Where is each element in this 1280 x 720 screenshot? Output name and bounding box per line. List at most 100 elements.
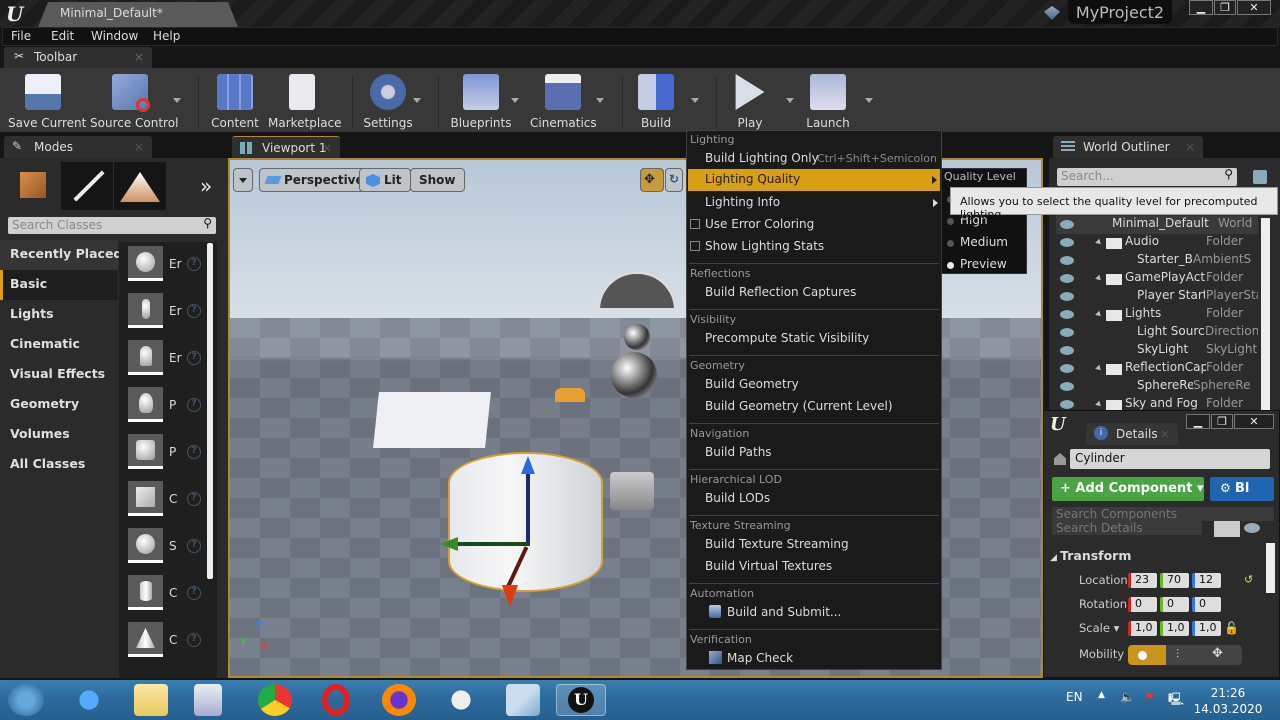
visibility-eye-icon[interactable] bbox=[1060, 310, 1074, 319]
class-thumb-empty-actor[interactable] bbox=[128, 246, 163, 281]
expand-arrow-icon[interactable] bbox=[1095, 238, 1103, 247]
visibility-eye-icon[interactable] bbox=[1060, 238, 1074, 247]
outliner-row[interactable]: Audio Folder bbox=[1056, 234, 1258, 252]
outliner-row[interactable]: GamePlayActo Folder bbox=[1056, 270, 1258, 288]
details-close-button[interactable]: ✕ bbox=[1234, 414, 1274, 429]
place-mode-button[interactable] bbox=[8, 162, 60, 210]
category-geometry[interactable]: Geometry bbox=[10, 396, 79, 411]
blueprint-button[interactable]: ⚙ Bl bbox=[1210, 477, 1274, 501]
audio-source-icon[interactable] bbox=[555, 388, 585, 402]
network-icon[interactable]: 🖳 bbox=[1168, 690, 1184, 711]
outliner-scrollbar[interactable] bbox=[1261, 218, 1270, 410]
mobility-stationary-option[interactable]: ⫶ bbox=[1176, 647, 1179, 662]
skylight-icon[interactable] bbox=[598, 272, 676, 310]
restore-button[interactable]: ❐ bbox=[1214, 0, 1236, 15]
class-thumb-empty-character[interactable] bbox=[128, 293, 163, 328]
location-y[interactable]: 70 bbox=[1160, 573, 1189, 588]
settings-button[interactable]: Settings bbox=[362, 74, 414, 130]
class-name[interactable]: P bbox=[169, 445, 176, 459]
radio-medium[interactable] bbox=[947, 240, 954, 247]
visibility-eye-icon[interactable] bbox=[1060, 220, 1074, 229]
rotation-y[interactable]: 0 bbox=[1160, 597, 1189, 612]
close-tab-icon[interactable]: × bbox=[1160, 427, 1170, 441]
outliner-row[interactable]: ReflectionCapt Folder bbox=[1056, 360, 1258, 378]
gizmo-y-arrow[interactable] bbox=[440, 537, 458, 551]
use-error-coloring-checkbox[interactable] bbox=[690, 219, 700, 229]
rotation-x[interactable]: 0 bbox=[1128, 597, 1157, 612]
menu-item-show-lighting-stats[interactable]: Show Lighting Stats bbox=[705, 239, 824, 253]
menu-item-build-texture-streaming[interactable]: Build Texture Streaming bbox=[705, 537, 849, 551]
outliner-row[interactable]: Minimal_Default World bbox=[1056, 216, 1258, 234]
expand-arrow-icon[interactable] bbox=[1095, 364, 1103, 373]
paint-mode-button[interactable] bbox=[61, 162, 113, 210]
firefox-icon[interactable] bbox=[382, 684, 416, 716]
system-clock[interactable]: 21:26 14.03.2020 bbox=[1188, 685, 1268, 717]
category-lights[interactable]: Lights bbox=[10, 306, 54, 321]
cinematics-dropdown[interactable] bbox=[596, 98, 604, 103]
gizmo-x-arrow[interactable] bbox=[502, 585, 518, 607]
viewport-tab[interactable]: Viewport 1 × bbox=[232, 136, 340, 158]
build-dropdown[interactable] bbox=[691, 98, 699, 103]
expand-arrow-icon[interactable] bbox=[1095, 274, 1103, 283]
paint-icon[interactable] bbox=[444, 684, 478, 716]
outliner-row[interactable]: Player Start PlayerSta bbox=[1056, 288, 1258, 306]
visibility-eye-icon[interactable] bbox=[1060, 256, 1074, 265]
menu-item-build-paths[interactable]: Build Paths bbox=[705, 445, 772, 459]
category-all-classes[interactable]: All Classes bbox=[10, 456, 85, 471]
category-basic[interactable]: Basic bbox=[10, 276, 47, 291]
category-volumes[interactable]: Volumes bbox=[10, 426, 70, 441]
translate-tool-button[interactable]: ✥ bbox=[640, 168, 664, 192]
class-thumb-empty-pawn[interactable] bbox=[128, 340, 163, 375]
close-tab-icon[interactable]: × bbox=[134, 50, 144, 64]
volume-icon[interactable]: 🔈 bbox=[1120, 690, 1135, 704]
location-x[interactable]: 23 bbox=[1128, 573, 1157, 588]
class-thumb-point-light[interactable] bbox=[128, 387, 163, 422]
class-name[interactable]: C bbox=[169, 586, 177, 600]
details-scrollbar[interactable] bbox=[1266, 543, 1275, 593]
mobility-static-option[interactable] bbox=[1128, 645, 1166, 665]
add-folder-icon[interactable] bbox=[1253, 170, 1267, 184]
close-tab-icon[interactable]: × bbox=[322, 141, 332, 155]
add-component-button[interactable]: + Add Component ▾ bbox=[1052, 477, 1204, 501]
help-icon[interactable]: ? bbox=[187, 257, 201, 271]
show-button[interactable]: Show bbox=[410, 168, 465, 192]
scale-x[interactable]: 1,0 bbox=[1128, 621, 1157, 636]
visibility-eye-icon[interactable] bbox=[1060, 382, 1074, 391]
lit-button[interactable]: Lit bbox=[359, 168, 411, 192]
outliner-row[interactable]: Starter_BackAmbientS bbox=[1056, 252, 1258, 270]
details-maximize-button[interactable]: ❐ bbox=[1211, 414, 1233, 429]
sphere-reflection-icon[interactable] bbox=[624, 324, 650, 350]
build-button[interactable]: Build bbox=[634, 74, 678, 130]
settings-dropdown[interactable] bbox=[413, 98, 421, 103]
show-lighting-stats-checkbox[interactable] bbox=[690, 241, 700, 251]
mobility-movable-option[interactable]: ✥ bbox=[1212, 646, 1223, 661]
class-name[interactable]: Er bbox=[169, 304, 182, 318]
outliner-row[interactable]: Lights Folder bbox=[1056, 306, 1258, 324]
close-tab-icon[interactable]: × bbox=[134, 140, 144, 154]
rotate-tool-button[interactable]: ↻ bbox=[665, 168, 683, 192]
class-list-scrollbar[interactable] bbox=[207, 243, 213, 579]
source-control-button[interactable]: Source Control bbox=[90, 74, 178, 130]
help-icon[interactable]: ? bbox=[187, 445, 201, 459]
expand-arrow-icon[interactable] bbox=[1095, 400, 1103, 409]
quality-option-preview[interactable]: Preview bbox=[960, 257, 1007, 271]
class-name[interactable]: Er bbox=[169, 351, 182, 365]
category-visual-effects[interactable]: Visual Effects bbox=[10, 366, 105, 381]
close-tab-icon[interactable]: × bbox=[1185, 140, 1195, 154]
visibility-eye-icon[interactable] bbox=[1060, 364, 1074, 373]
world-outliner-tab[interactable]: World Outliner × bbox=[1053, 136, 1203, 158]
source-control-dropdown[interactable] bbox=[173, 98, 181, 103]
search-details-input[interactable]: Search Details bbox=[1052, 521, 1202, 535]
help-icon[interactable]: ? bbox=[187, 539, 201, 553]
search-components-input[interactable]: Search Components bbox=[1052, 507, 1274, 521]
rotation-z[interactable]: 0 bbox=[1192, 597, 1221, 612]
outliner-row[interactable]: SphereReflecSphereRe bbox=[1056, 378, 1258, 396]
outliner-row[interactable]: SkyLight SkyLight bbox=[1056, 342, 1258, 360]
menu-item-map-check[interactable]: Map Check bbox=[727, 651, 793, 665]
menu-window[interactable]: Window bbox=[91, 29, 138, 43]
start-button[interactable] bbox=[8, 684, 44, 716]
save-current-button[interactable]: Save Current bbox=[8, 74, 86, 130]
help-icon[interactable]: ? bbox=[187, 633, 201, 647]
outliner-row[interactable]: Light SourceDirectiona bbox=[1056, 324, 1258, 342]
menu-help[interactable]: Help bbox=[153, 29, 180, 43]
